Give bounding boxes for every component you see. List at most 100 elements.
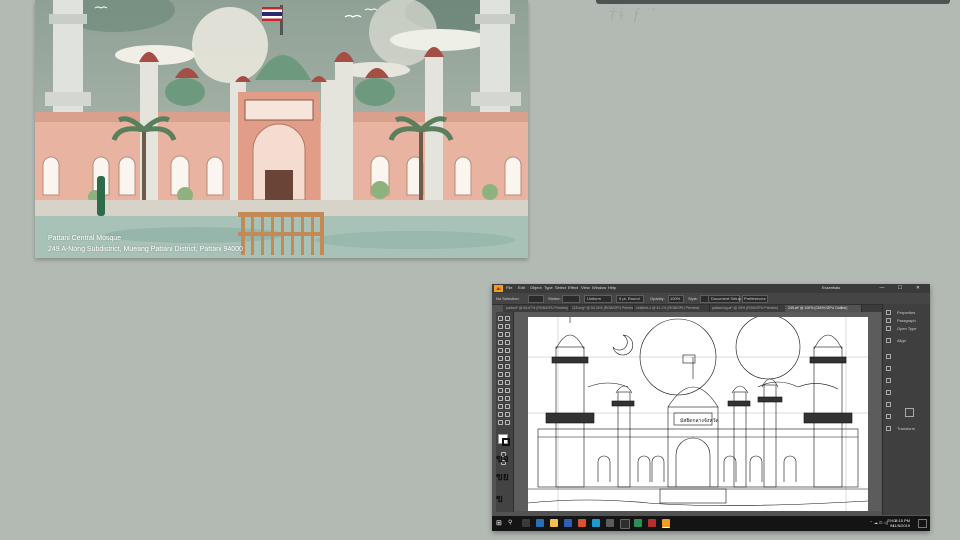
panel-paragraph[interactable]: Paragraph xyxy=(897,318,916,323)
color-icon[interactable] xyxy=(886,414,891,419)
person-figure xyxy=(97,176,105,216)
app-icon[interactable] xyxy=(620,519,630,529)
blend-tool-icon[interactable] xyxy=(505,396,510,401)
windows-taskbar: ⊞ ⚲ ⌃ ☁ ⊡ ◁) ENG IN 8:15 PM 11/5/2019 xyxy=(492,516,930,531)
selection-tool-icon[interactable] xyxy=(498,316,503,321)
menu-view[interactable]: View xyxy=(581,285,590,290)
menu-object[interactable]: Object xyxy=(530,285,542,290)
artboard[interactable]: มัสยิดกลางจังหวัด xyxy=(527,314,869,511)
paragraph-icon[interactable] xyxy=(886,318,891,323)
workspace-switcher[interactable]: Essentials xyxy=(822,285,840,290)
menu-window[interactable]: Window xyxy=(592,285,606,290)
paintbrush-tool-icon[interactable] xyxy=(505,348,510,353)
lasso-tool-icon[interactable] xyxy=(505,324,510,329)
pencil-tool-icon[interactable] xyxy=(498,356,503,361)
swatches-icon[interactable] xyxy=(886,402,891,407)
mail-icon[interactable] xyxy=(592,519,600,527)
free-transform-tool-icon[interactable] xyxy=(505,372,510,377)
notification-icon[interactable] xyxy=(918,519,927,528)
canvas-area[interactable]: มัสยิดกลางจังหวัด xyxy=(514,312,881,511)
brushes-icon[interactable] xyxy=(886,354,891,359)
illustrator-taskbar-icon[interactable] xyxy=(662,519,670,528)
menu-type[interactable]: Type xyxy=(544,285,553,290)
chrome-icon[interactable] xyxy=(578,519,586,527)
system-tray[interactable]: ⌃ ☁ ⊡ ◁) xyxy=(870,520,888,525)
menu-edit[interactable]: Edit xyxy=(518,285,525,290)
task-view-icon[interactable] xyxy=(522,519,530,527)
slice-tool-icon[interactable] xyxy=(505,412,510,417)
width-tool-icon[interactable] xyxy=(498,372,503,377)
tab-document-3[interactable]: Untitled-4 @ 41.1% (RGB/GPU Preview) xyxy=(633,305,710,312)
pathfinder-icon[interactable] xyxy=(905,408,914,417)
eraser-tool-icon[interactable] xyxy=(505,356,510,361)
rectangle-tool-icon[interactable] xyxy=(498,348,503,353)
eyedropper-tool-icon[interactable] xyxy=(498,396,503,401)
tab-document-2[interactable]: 118.svg* @ 54.24% (RGB/GPU Preview) xyxy=(569,305,634,312)
illustrator-window: Ai File Edit Object Type Select Effect V… xyxy=(492,284,930,531)
green-app-icon[interactable] xyxy=(634,519,642,527)
mosque-poster: Pattani Central Mosque 249 A-Nong Subdis… xyxy=(35,0,528,258)
photos-icon[interactable] xyxy=(606,519,614,527)
tab-document-4[interactable]: pattani-bg.ai* @ 25% (RGB/GPU Preview) xyxy=(709,305,786,312)
tab-document-1[interactable]: pattani* @ 66.67% (RGB/GPU Preview) xyxy=(503,305,570,312)
scale-tool-icon[interactable] xyxy=(505,364,510,369)
layers-icon[interactable] xyxy=(886,390,891,395)
curvature-tool-icon[interactable] xyxy=(505,332,510,337)
side-text-3: ข xyxy=(496,494,503,505)
artboard-sign-text: มัสยิดกลางจังหวัด xyxy=(680,417,719,424)
panel-transform[interactable]: Transform xyxy=(897,426,915,431)
align-icon[interactable] xyxy=(886,338,891,343)
magic-wand-tool-icon[interactable] xyxy=(498,324,503,329)
opentype-icon[interactable] xyxy=(886,326,891,331)
stroke-weight-field[interactable] xyxy=(562,295,580,303)
shape-builder-tool-icon[interactable] xyxy=(498,380,503,385)
direct-selection-tool-icon[interactable] xyxy=(505,316,510,321)
type-tool-icon[interactable] xyxy=(498,340,503,345)
rotate-tool-icon[interactable] xyxy=(498,364,503,369)
menu-select[interactable]: Select xyxy=(555,285,566,290)
graphic-styles-icon[interactable] xyxy=(886,378,891,383)
window-controls[interactable]: — ☐ ✕ xyxy=(880,285,926,291)
line-tool-icon[interactable] xyxy=(505,340,510,345)
profile-label: 5 pt. Round xyxy=(619,296,640,301)
windows-logo-icon[interactable]: ⊞ xyxy=(496,520,502,527)
hand-tool-icon[interactable] xyxy=(498,420,503,425)
panel-opentype[interactable]: Open Type xyxy=(897,326,917,331)
perspective-grid-tool-icon[interactable] xyxy=(505,380,510,385)
poster-caption: Pattani Central Mosque 249 A-Nong Subdis… xyxy=(48,233,243,255)
illustrator-app-icon: Ai xyxy=(494,285,503,292)
tab-document-active[interactable]: 249.ai* @ 100% (CMYK/GPU Outline) xyxy=(785,305,862,312)
transform-icon[interactable] xyxy=(886,426,891,431)
file-explorer-icon[interactable] xyxy=(550,519,558,527)
panel-properties[interactable]: Properties xyxy=(897,310,915,315)
watermark: †ǂ ƒ ˙ xyxy=(608,4,658,24)
control-bar: No Selection Stroke: Uniform 5 pt. Round… xyxy=(492,293,930,305)
stroke-color-icon[interactable] xyxy=(502,438,510,446)
zoom-tool-icon[interactable] xyxy=(505,420,510,425)
outline-view-drawing: มัสยิดกลางจังหวัด xyxy=(527,314,869,511)
edge-browser-icon[interactable] xyxy=(536,519,544,527)
menu-help[interactable]: Help xyxy=(608,285,616,290)
clock-date: 11/5/2019 xyxy=(892,523,911,528)
red-app-icon[interactable] xyxy=(648,519,656,527)
properties-icon[interactable] xyxy=(886,310,891,315)
gradient-tool-icon[interactable] xyxy=(505,388,510,393)
document-setup-label: Document Setup xyxy=(711,296,741,301)
artboard-tool-icon[interactable] xyxy=(498,412,503,417)
symbols-icon[interactable] xyxy=(886,366,891,371)
graph-tool-icon[interactable] xyxy=(505,404,510,409)
menu-effect[interactable]: Effect xyxy=(568,285,578,290)
side-text-2: ขย xyxy=(496,472,509,483)
pen-tool-icon[interactable] xyxy=(498,332,503,337)
panel-align[interactable]: Align xyxy=(897,338,906,343)
opacity-label: Opacity: xyxy=(650,296,665,301)
taskbar-clock[interactable]: 8:15 PM 11/5/2019 xyxy=(893,518,911,528)
side-text-1: ขจ xyxy=(496,454,509,465)
search-icon[interactable]: ⚲ xyxy=(508,519,512,526)
store-icon[interactable] xyxy=(564,519,572,527)
mesh-tool-icon[interactable] xyxy=(498,388,503,393)
symbol-sprayer-tool-icon[interactable] xyxy=(498,404,503,409)
menu-file[interactable]: File xyxy=(506,285,512,290)
poster-address: 249 A-Nong Subdistrict, Mueang Pattani D… xyxy=(48,246,243,253)
fill-swatch[interactable] xyxy=(528,295,544,303)
